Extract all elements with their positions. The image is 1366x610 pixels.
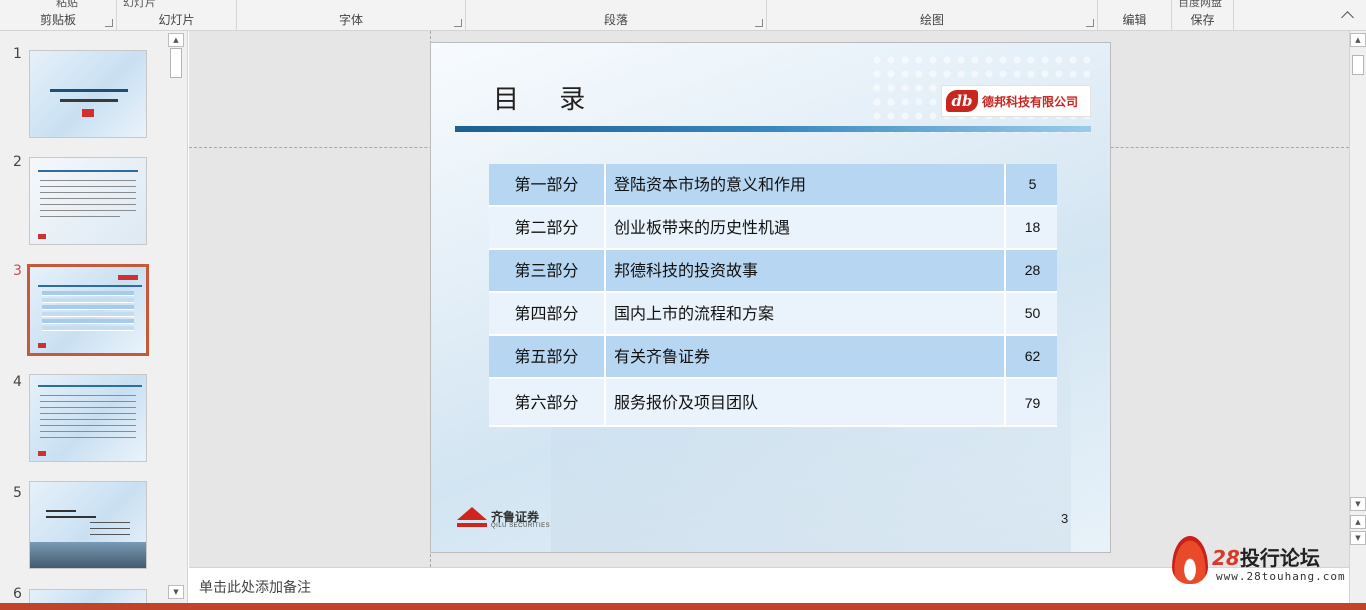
watermark-number: 28: [1212, 546, 1240, 570]
slide-thumbnail-2[interactable]: 2: [0, 154, 166, 249]
collapse-ribbon-icon[interactable]: [1341, 11, 1354, 24]
slide-preview: [27, 264, 149, 356]
previous-slide-icon[interactable]: ▲: [1350, 515, 1366, 529]
ribbon-group-label: 幻灯片: [158, 13, 195, 27]
slide-preview: [29, 50, 147, 138]
slide-thumbnail-1[interactable]: 1: [0, 46, 166, 141]
toc-title: 服务报价及项目团队: [608, 379, 1006, 427]
dialog-launcher-icon[interactable]: [105, 19, 113, 27]
paste-button[interactable]: 粘贴: [56, 0, 78, 10]
ribbon-group-label: 绘图: [919, 13, 944, 27]
thumbnail-scrollbar[interactable]: ▲ ▼: [168, 31, 184, 603]
ribbon-group-drawing: 绘图: [767, 0, 1098, 31]
ribbon-group-slides: 幻灯片 幻灯片: [117, 0, 237, 31]
toc-page: 50: [1024, 305, 1041, 321]
toc-title: 创业板带来的历史性机遇: [608, 207, 1006, 248]
slide-number: 4: [13, 374, 22, 390]
table-row[interactable]: 第四部分 国内上市的流程和方案 50: [489, 293, 1057, 336]
slide-thumbnail-pane: 1 2 3 4 5 6 ▲ ▼: [0, 31, 188, 607]
company-logo-text: 德邦科技有限公司: [982, 95, 1079, 109]
dialog-launcher-icon[interactable]: [755, 19, 763, 27]
status-bar: [0, 603, 1366, 610]
table-row[interactable]: 第五部分 有关齐鲁证券 62: [489, 336, 1057, 379]
toc-title: 登陆资本市场的意义和作用: [608, 164, 1006, 205]
ribbon-group-label: 字体: [338, 13, 363, 27]
slide-number: 2: [13, 154, 22, 170]
new-slide-button[interactable]: 幻灯片: [123, 0, 156, 10]
toc-page: 28: [1024, 262, 1041, 278]
qilu-securities-logo: 齐鲁证券 QILU SECURITIES: [457, 505, 557, 533]
current-slide[interactable]: 目 录 db 德邦科技有限公司 第一部分 登陆资本市场的意义和作用 5 第二部分…: [430, 42, 1111, 553]
table-row[interactable]: 第六部分 服务报价及项目团队 79: [489, 379, 1057, 427]
company-logo: db 德邦科技有限公司: [941, 85, 1091, 117]
slide-thumbnail-4[interactable]: 4: [0, 374, 166, 469]
qilu-logo-base: [457, 517, 487, 527]
table-row[interactable]: 第三部分 邦德科技的投资故事 28: [489, 250, 1057, 293]
toc-part: 第三部分: [489, 250, 606, 291]
slide-number: 6: [13, 586, 22, 602]
toc-page: 62: [1024, 348, 1041, 364]
flame-logo-icon: [1172, 536, 1208, 584]
scroll-up-icon[interactable]: ▲: [1350, 33, 1366, 47]
watermark-url: www.28touhang.com: [1216, 570, 1346, 583]
toc-page: 79: [1024, 395, 1041, 411]
table-row[interactable]: 第一部分 登陆资本市场的意义和作用 5: [489, 164, 1057, 207]
watermark-title: 28投行论坛: [1212, 542, 1320, 571]
table-row[interactable]: 第二部分 创业板带来的历史性机遇 18: [489, 207, 1057, 250]
toc-part: 第五部分: [489, 336, 606, 377]
ribbon-group-save: 百度网盘 保存: [1172, 0, 1234, 31]
slide-thumbnail-5[interactable]: 5: [0, 481, 166, 580]
dialog-launcher-icon[interactable]: [1086, 19, 1094, 27]
ribbon-group-label: 编辑: [1122, 13, 1147, 27]
company-logo-mark: db: [946, 90, 978, 112]
ribbon-group-label: 段落: [603, 13, 628, 27]
slide-scrollbar[interactable]: ▲ ▼ ▲ ▼: [1349, 31, 1366, 603]
slide-number: 5: [13, 485, 22, 501]
toc-part: 第六部分: [489, 379, 606, 427]
site-watermark: 28投行论坛 www.28touhang.com: [1172, 536, 1352, 586]
slide-title[interactable]: 目 录: [493, 79, 601, 116]
toc-page: 5: [1028, 176, 1037, 192]
slide-thumbnail-3[interactable]: 3: [0, 263, 166, 358]
dialog-launcher-icon[interactable]: [454, 19, 462, 27]
toc-table[interactable]: 第一部分 登陆资本市场的意义和作用 5 第二部分 创业板带来的历史性机遇 18 …: [489, 164, 1057, 427]
ribbon-group-clipboard: 粘贴 剪贴板: [0, 0, 117, 31]
ribbon: 粘贴 剪贴板 幻灯片 幻灯片 字体 段落 绘图 编辑 百度网盘 保存: [0, 0, 1366, 31]
slide-page-number: 3: [1061, 511, 1069, 526]
slide-number: 3: [13, 263, 22, 279]
toc-title: 邦德科技的投资故事: [608, 250, 1006, 291]
ribbon-group-label: 保存: [1190, 13, 1215, 27]
ribbon-group-editing: 编辑: [1098, 0, 1172, 31]
scroll-up-icon[interactable]: ▲: [168, 33, 184, 47]
slide-preview: [29, 374, 147, 462]
toc-title: 有关齐鲁证券: [608, 336, 1006, 377]
scrollbar-thumb[interactable]: [1352, 55, 1364, 75]
scroll-down-icon[interactable]: ▼: [1350, 497, 1366, 511]
ribbon-group-font: 字体: [237, 0, 466, 31]
toc-title: 国内上市的流程和方案: [608, 293, 1006, 334]
toc-part: 第一部分: [489, 164, 606, 205]
next-slide-icon[interactable]: ▼: [1350, 531, 1366, 545]
watermark-name: 投行论坛: [1239, 546, 1320, 570]
title-underline-bar: [455, 126, 1091, 132]
ribbon-group-paragraph: 段落: [466, 0, 767, 31]
ribbon-group-label: 剪贴板: [39, 13, 76, 27]
slide-number: 1: [13, 46, 22, 62]
toc-part: 第二部分: [489, 207, 606, 248]
toc-page: 18: [1024, 219, 1041, 235]
scroll-down-icon[interactable]: ▼: [168, 585, 184, 599]
notes-placeholder[interactable]: 单击此处添加备注: [199, 577, 311, 597]
slide-preview: [29, 157, 147, 245]
toc-part: 第四部分: [489, 293, 606, 334]
baidu-netdisk-button[interactable]: 百度网盘: [1178, 0, 1222, 10]
footer-logo-sub: QILU SECURITIES: [491, 523, 551, 529]
slide-preview: [29, 481, 147, 569]
scrollbar-thumb[interactable]: [170, 48, 182, 78]
